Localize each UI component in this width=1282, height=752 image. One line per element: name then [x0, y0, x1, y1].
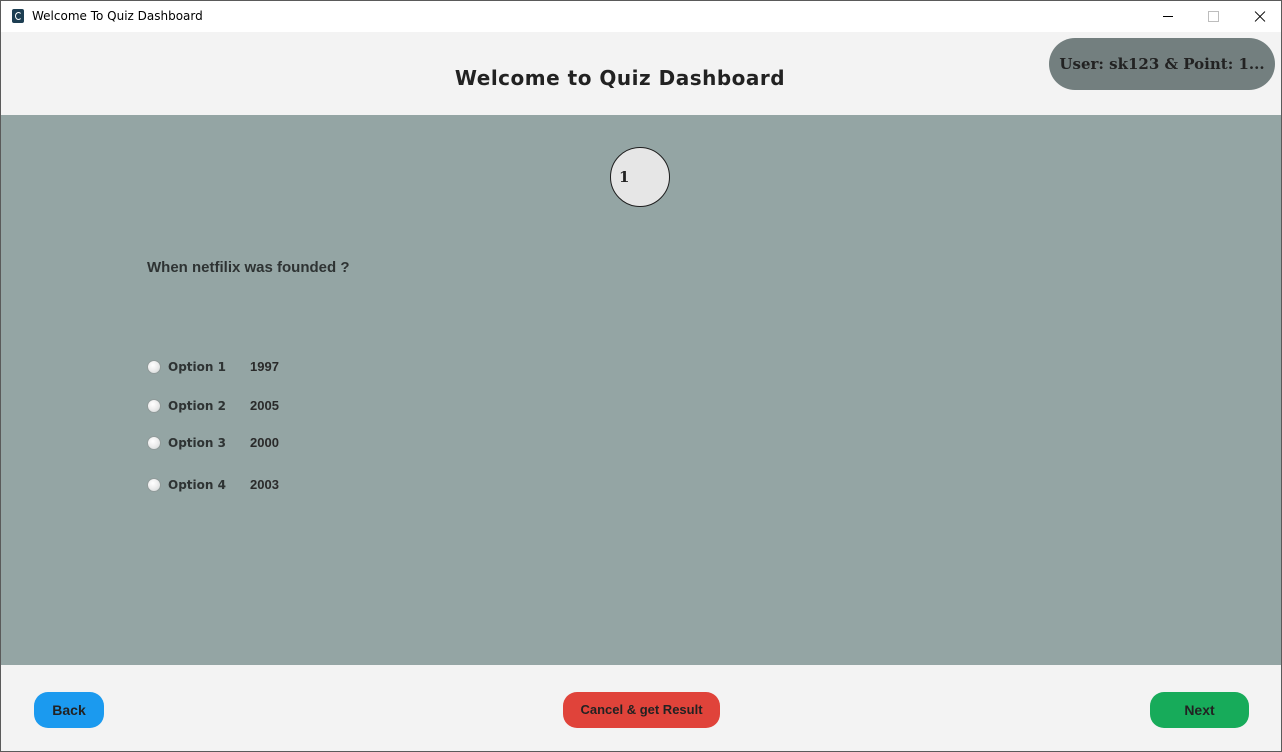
question-text: When netfilix was founded ?	[147, 259, 350, 276]
question-number-badge: 1	[610, 147, 670, 207]
minimize-icon[interactable]	[1145, 1, 1191, 32]
option-3-value: 2000	[250, 435, 279, 450]
option-2-radio[interactable]	[147, 399, 161, 413]
maximize-icon[interactable]	[1191, 1, 1237, 32]
option-row-1[interactable]: Option 1 1997	[146, 358, 446, 378]
option-1-radio[interactable]	[147, 360, 161, 374]
page-title: Welcome to Quiz Dashboard	[454, 66, 786, 90]
title-bar: Welcome To Quiz Dashboard	[1, 1, 1281, 32]
close-icon[interactable]	[1237, 1, 1281, 32]
option-1-value: 1997	[250, 359, 279, 374]
header: Welcome to Quiz Dashboard User: sk123 & …	[1, 32, 1281, 115]
question-panel: 1 When netfilix was founded ? Option 1 1…	[1, 115, 1281, 665]
option-3-label: Option 3	[168, 436, 226, 450]
option-3-radio[interactable]	[147, 436, 161, 450]
footer: Back Cancel & get Result Next	[1, 665, 1281, 751]
option-4-radio[interactable]	[147, 478, 161, 492]
next-button[interactable]: Next	[1150, 692, 1249, 728]
option-row-2[interactable]: Option 2 2005	[146, 397, 446, 417]
cancel-get-result-button[interactable]: Cancel & get Result	[563, 692, 720, 728]
window-title: Welcome To Quiz Dashboard	[32, 9, 203, 23]
app-window: Welcome To Quiz Dashboard Welcome to Qui…	[0, 0, 1282, 752]
option-row-4[interactable]: Option 4 2003	[146, 476, 446, 496]
option-row-3[interactable]: Option 3 2000	[146, 434, 446, 454]
back-button[interactable]: Back	[34, 692, 104, 728]
option-2-label: Option 2	[168, 399, 226, 413]
user-points-badge: User: sk123 & Point: 1...	[1049, 38, 1275, 90]
option-4-value: 2003	[250, 477, 279, 492]
option-1-label: Option 1	[168, 360, 226, 374]
app-icon	[12, 9, 24, 23]
option-2-value: 2005	[250, 398, 279, 413]
option-4-label: Option 4	[168, 478, 226, 492]
